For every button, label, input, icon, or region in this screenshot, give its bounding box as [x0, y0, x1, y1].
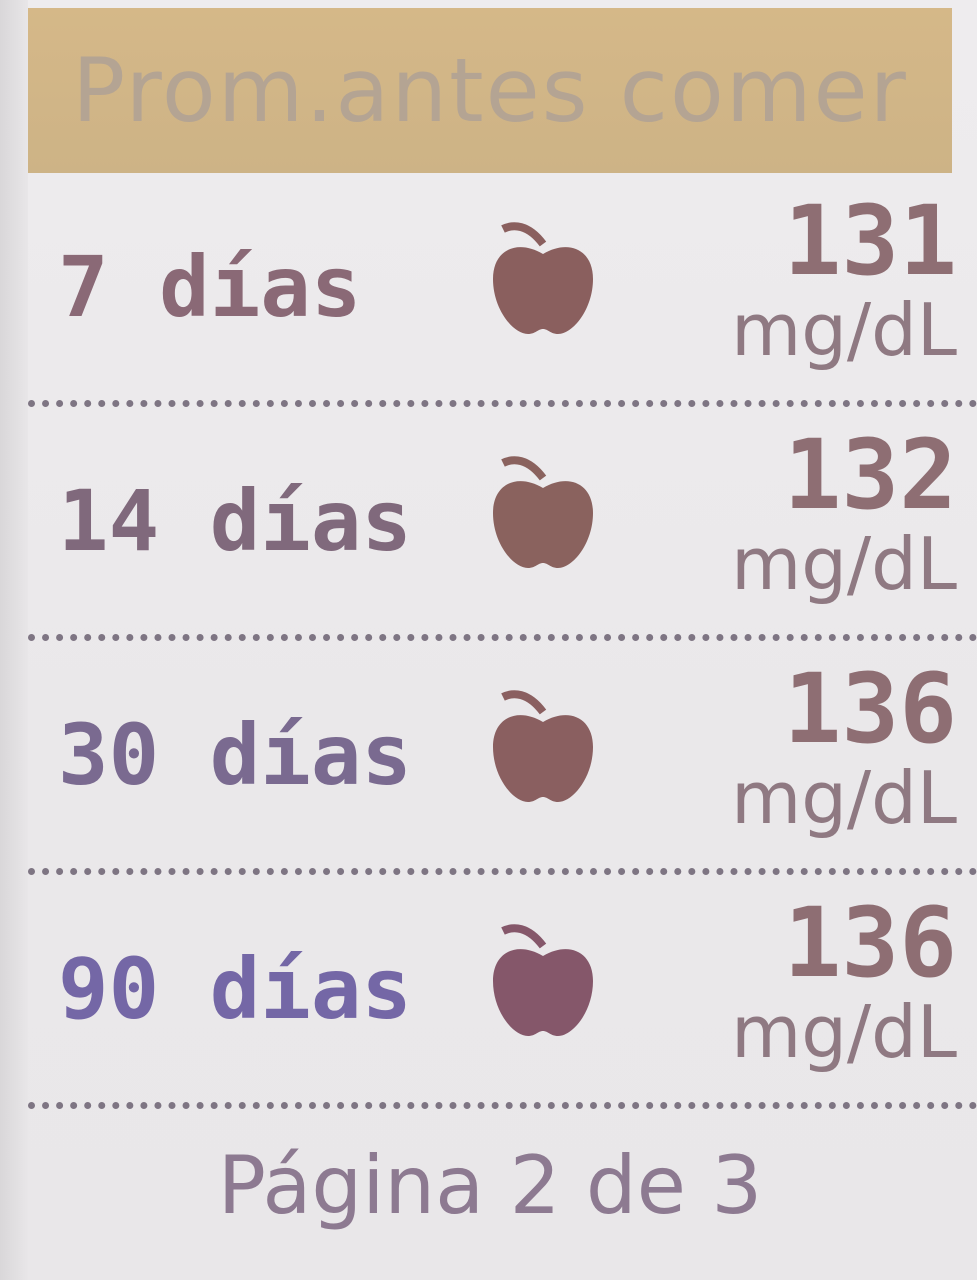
pagination: Página 2 de 3 [28, 1110, 952, 1260]
screen-title: Prom.antes comer [72, 39, 908, 142]
period-label: 7 días [58, 237, 362, 336]
glucose-unit: mg/dL [731, 756, 957, 840]
glucose-unit: mg/dL [731, 990, 957, 1074]
glucose-value: 132 [783, 419, 957, 531]
value-block: 131 mg/dL [731, 191, 957, 369]
glucose-value: 136 [783, 653, 957, 765]
averages-list: 7 días 131 mg/dL 14 días 132 mg/dL 30 dí… [28, 173, 977, 1109]
value-block: 136 mg/dL [731, 659, 957, 837]
screen-header: Prom.antes comer [28, 8, 952, 173]
page-indicator: Página 2 de 3 [217, 1138, 763, 1232]
period-label: 30 días [58, 705, 413, 804]
apple-icon [493, 690, 593, 802]
average-row-14-days: 14 días 132 mg/dL [28, 407, 977, 641]
glucose-unit: mg/dL [731, 288, 957, 372]
apple-icon [493, 924, 593, 1036]
glucose-value: 136 [783, 887, 957, 999]
period-label: 90 días [58, 939, 413, 1038]
apple-icon [493, 222, 593, 334]
meter-screen: Prom.antes comer 7 días 131 mg/dL 14 día… [0, 0, 977, 1280]
screen-bezel [0, 0, 28, 1280]
value-block: 136 mg/dL [731, 893, 957, 1071]
value-block: 132 mg/dL [731, 425, 957, 603]
apple-icon [493, 456, 593, 568]
period-label: 14 días [58, 471, 413, 570]
average-row-90-days: 90 días 136 mg/dL [28, 875, 977, 1109]
average-row-30-days: 30 días 136 mg/dL [28, 641, 977, 875]
glucose-unit: mg/dL [731, 522, 957, 606]
glucose-value: 131 [783, 185, 957, 297]
average-row-7-days: 7 días 131 mg/dL [28, 173, 977, 407]
